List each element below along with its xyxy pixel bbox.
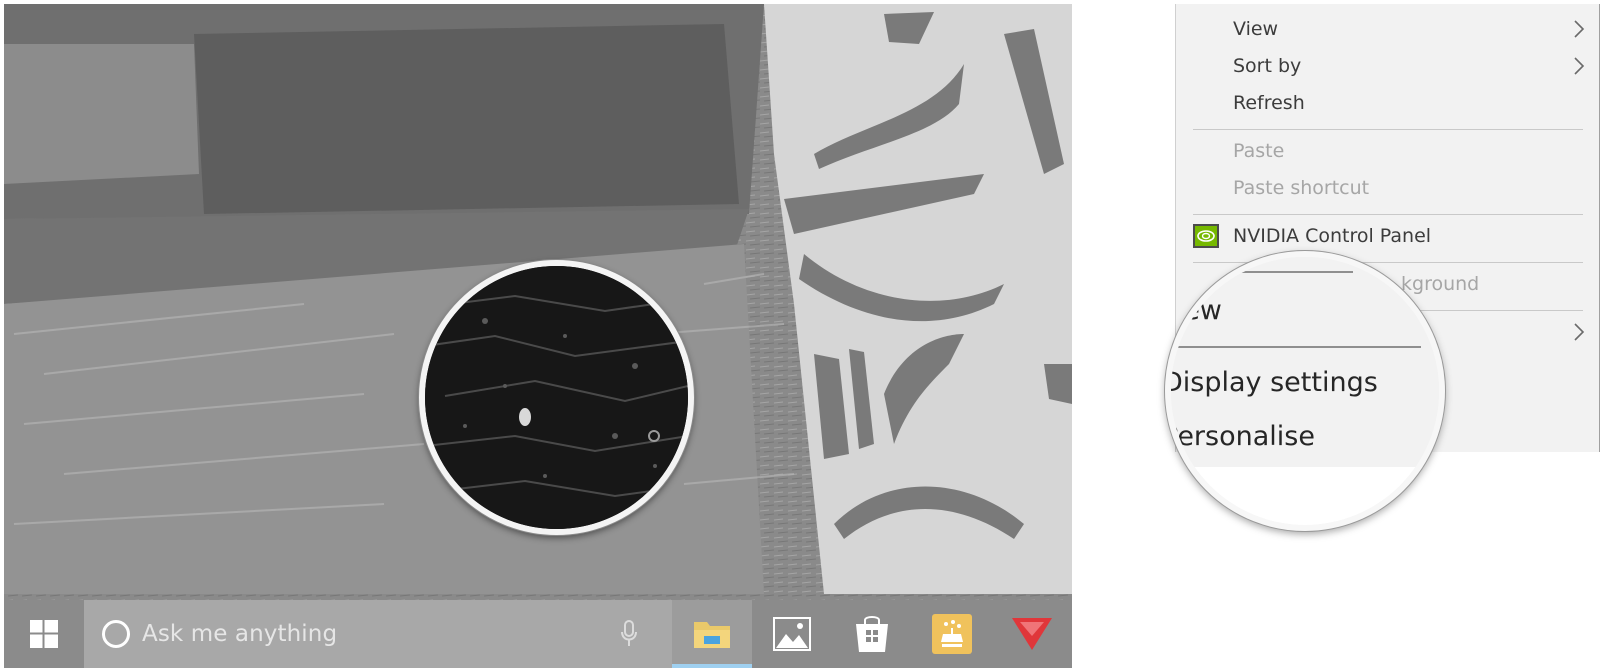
lens-item-display-settings: Display settings	[1165, 367, 1378, 398]
paint-button[interactable]	[912, 600, 992, 668]
photos-icon	[773, 617, 811, 651]
menu-item-nvidia-control-panel[interactable]: NVIDIA Control Panel	[1176, 217, 1599, 255]
paint-icon	[932, 614, 972, 654]
search-placeholder: Ask me anything	[142, 621, 338, 647]
photos-button[interactable]	[752, 600, 832, 668]
chevron-right-icon	[1574, 20, 1585, 38]
magnifier-lens: New Display settings Personalise	[1165, 251, 1445, 531]
microphone-icon[interactable]	[620, 620, 638, 648]
menu-item-label: Paste shortcut	[1233, 177, 1370, 199]
menu-item-label: View	[1233, 18, 1279, 40]
file-explorer-button[interactable]	[672, 600, 752, 668]
menu-item-paste[interactable]: Paste	[1176, 132, 1599, 170]
chevron-right-icon	[1574, 57, 1585, 75]
lens-item-personalise: Personalise	[1165, 421, 1315, 452]
store-button[interactable]	[832, 600, 912, 668]
menu-item-paste-shortcut[interactable]: Paste shortcut	[1176, 169, 1599, 207]
magnified-desktop-area	[419, 260, 694, 535]
menu-item-sort-by[interactable]: Sort by	[1176, 47, 1599, 85]
taskbar: Ask me anything	[4, 600, 1072, 668]
cortana-search-box[interactable]: Ask me anything	[84, 600, 672, 668]
menu-item-label: Refresh	[1233, 92, 1305, 114]
menu-item-refresh[interactable]: Refresh	[1176, 84, 1599, 122]
store-icon	[856, 616, 888, 652]
start-button[interactable]	[4, 600, 84, 668]
magnified-wallpaper-texture	[425, 266, 688, 529]
menu-item-label: Sort by	[1233, 55, 1302, 77]
cortana-icon	[102, 620, 130, 648]
file-explorer-icon	[694, 622, 730, 648]
desktop[interactable]: Ask me anything	[4, 4, 1072, 668]
menu-item-label: Paste	[1233, 140, 1285, 162]
menu-item-view[interactable]: View	[1176, 10, 1599, 48]
app-red-button[interactable]	[992, 600, 1072, 668]
active-app-indicator	[672, 664, 752, 668]
app-red-icon	[1012, 618, 1052, 650]
menu-item-label: NVIDIA Control Panel	[1233, 225, 1432, 247]
windows-start-icon	[30, 620, 58, 648]
nvidia-icon	[1193, 224, 1219, 248]
lens-item-new: New	[1165, 295, 1222, 326]
chevron-right-icon	[1574, 323, 1585, 341]
menu-separator	[1193, 129, 1583, 130]
lens-separator	[1171, 346, 1421, 348]
menu-separator	[1193, 214, 1583, 215]
